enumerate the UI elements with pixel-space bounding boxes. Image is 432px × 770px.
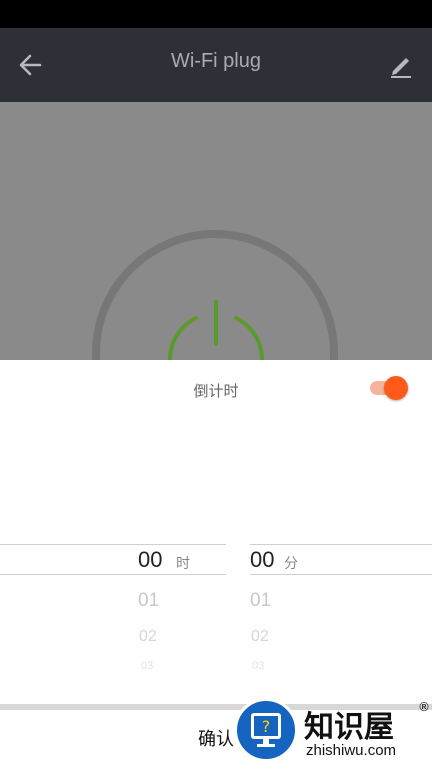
minute-picker[interactable]: 00 分 01 02 03	[250, 544, 432, 694]
hour-option[interactable]: 01	[138, 590, 159, 612]
hour-option[interactable]: 02	[139, 628, 157, 646]
monitor-question-icon: ?	[251, 713, 281, 747]
watermark-brand: 知识屋	[304, 710, 394, 745]
picker-top-line	[0, 544, 226, 545]
status-bar	[0, 0, 432, 28]
hour-picker[interactable]: 00 时 01 02 03	[0, 544, 226, 694]
hour-unit: 时	[176, 555, 190, 571]
watermark-logo: ?	[234, 698, 298, 762]
watermark-url: zhishiwu.com	[306, 742, 397, 759]
countdown-toggle[interactable]	[368, 376, 412, 400]
minute-option[interactable]: 01	[250, 590, 271, 612]
pencil-icon	[391, 58, 411, 78]
edit-button[interactable]	[384, 48, 418, 82]
device-panel	[0, 102, 432, 360]
picker-bottom-line	[0, 574, 226, 575]
watermark: ? 知识屋 ® zhishiwu.com	[234, 698, 432, 768]
app-bar: Wi-Fi plug	[0, 28, 432, 102]
picker-bottom-line	[250, 574, 432, 575]
minute-unit: 分	[284, 555, 298, 571]
minute-selected: 00	[250, 547, 275, 572]
hour-selected: 00	[138, 547, 163, 572]
power-icon	[168, 300, 264, 360]
page-title: Wi-Fi plug	[170, 50, 261, 72]
svg-text:?: ?	[262, 717, 271, 736]
minute-option[interactable]: 03	[252, 660, 264, 672]
watermark-registered: ®	[418, 700, 430, 714]
hour-option[interactable]: 03	[141, 660, 153, 672]
power-button[interactable]	[158, 298, 274, 360]
toggle-knob	[384, 376, 408, 400]
picker-top-line	[250, 544, 432, 545]
minute-option[interactable]: 02	[251, 628, 269, 646]
